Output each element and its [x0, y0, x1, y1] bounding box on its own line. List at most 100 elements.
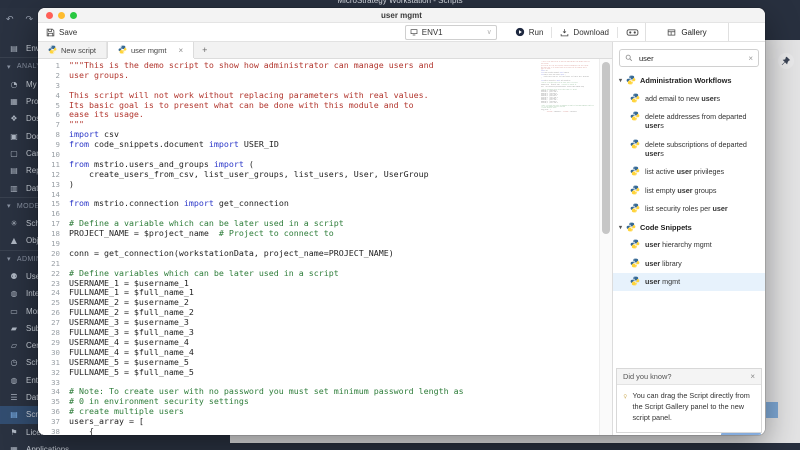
run-button[interactable]: Run — [515, 27, 543, 37]
gallery-search-input[interactable] — [637, 52, 745, 64]
editor-tab-user-mgmt[interactable]: user mgmt × — [107, 42, 195, 58]
chevron-down-icon: ▾ — [619, 78, 623, 84]
download-button[interactable]: Download — [560, 28, 609, 37]
environment-select[interactable]: ENV1 ∨ — [404, 24, 497, 40]
code-line: 37 users_array = [ — [51, 416, 144, 427]
gallery-item-list-active-user-privileges[interactable]: list active user privileges — [613, 163, 765, 181]
chevron-down-icon: ▾ — [7, 63, 11, 71]
toolbar: Save ENV1 ∨ Run Download Gallery — [38, 23, 765, 42]
reports-icon: ▤ — [10, 166, 18, 176]
variables-panel-button[interactable] — [626, 28, 639, 37]
gallery-tree: ▾ Administration Workflows add email to ne… — [613, 71, 765, 291]
did-you-know-text: You can drag the Script directly from th… — [632, 391, 750, 423]
close-icon[interactable]: × — [750, 372, 755, 381]
clear-search-icon[interactable]: × — [748, 54, 753, 63]
code-line: 38 { — [51, 425, 94, 435]
code-line: 18 PROJECT_NAME = $project_name # Project… — [51, 228, 334, 239]
python-icon — [48, 45, 57, 54]
run-icon — [515, 27, 524, 37]
documents-icon: ▣ — [10, 131, 18, 141]
redo-icon[interactable]: ↷ — [26, 14, 34, 32]
editor-tab-new-script[interactable]: New script — [38, 42, 108, 58]
code-line: 15 from mstrio.connection import get_conn… — [51, 198, 289, 209]
python-icon — [630, 276, 640, 286]
applications-icon: ▦ — [10, 444, 18, 450]
subscriptions-icon: ▰ — [10, 323, 18, 333]
close-tab-icon[interactable]: × — [178, 46, 183, 55]
my-library-icon: ◔ — [10, 79, 18, 89]
gallery-section-administration-workflows[interactable]: ▾ Administration Workflows — [613, 71, 765, 89]
gallery-item-add-email-to-new-users[interactable]: add email to new users — [613, 89, 765, 107]
python-icon — [630, 93, 640, 103]
background-partial-link — [721, 433, 761, 435]
python-icon — [630, 185, 640, 195]
tab-gallery[interactable]: Gallery — [645, 23, 729, 41]
gallery-icon — [668, 29, 676, 35]
code-line: 2 user groups. — [55, 69, 129, 80]
chevron-down-icon: ▾ — [7, 256, 11, 264]
schedules-icon: ◷ — [10, 358, 18, 368]
python-icon — [118, 45, 127, 54]
pin-icon — [781, 56, 791, 66]
gallery-item-user-hierarchy-mgmt[interactable]: user hierarchy mgmt — [613, 236, 765, 254]
python-icon — [630, 139, 640, 149]
code-line: 'username': USERNAME_1, 'fullName': FULL… — [546, 110, 577, 113]
script-editor-window: user mgmt Save ENV1 ∨ Run Download Galle… — [38, 8, 765, 435]
users-icon: ⚉ — [10, 272, 18, 281]
code-line: 20 conn = get_connection(workstationData,… — [51, 247, 394, 258]
save-icon — [46, 28, 55, 36]
background-app-title: MicroStrategy Workstation - Scripts — [337, 0, 463, 5]
dossiers-icon: ❖ — [10, 114, 18, 124]
editor-scrollbar-thumb[interactable] — [602, 62, 610, 234]
background-selected-tile — [766, 402, 778, 418]
schemas-icon: ✳ — [10, 219, 18, 229]
gallery-panel: × ▾Administration Workflowsadd email to … — [612, 42, 765, 435]
python-icon — [630, 203, 640, 213]
python-icon — [626, 222, 636, 232]
python-icon — [626, 75, 636, 85]
code-line: 7 """ — [55, 119, 84, 130]
gallery-item-user-mgmt[interactable]: user mgmt — [613, 272, 765, 291]
data-sources-icon: ☰ — [10, 393, 18, 403]
gallery-item-list-security-roles-per-user[interactable]: list security roles per user — [613, 200, 765, 218]
code-editor[interactable]: 1 """This is the demo script to show how … — [38, 59, 612, 435]
sidebar-item-applications[interactable]: ▦ Applications — [0, 441, 230, 450]
new-tab-button[interactable]: + — [194, 42, 215, 58]
goggles-icon — [626, 28, 639, 36]
code-line: 32 FULLNAME_5 = $full_name_5 — [51, 366, 194, 377]
gallery-item-list-empty-user-groups[interactable]: list empty user groups — [613, 181, 765, 199]
did-you-know-title: Did you know? — [623, 372, 672, 382]
undo-icon[interactable]: ↶ — [6, 14, 14, 32]
chevron-down-icon: ∨ — [486, 29, 492, 36]
python-icon — [630, 239, 640, 249]
did-you-know-card: Did you know? × You can drag the Script … — [616, 368, 762, 433]
code-line: 6 ease its usage. — [55, 109, 144, 120]
editor-tabbar: New script user mgmt × + — [38, 42, 612, 59]
environment-icon — [410, 29, 418, 36]
code-line: 9 from code_snippets.document import USER… — [55, 139, 279, 150]
minimap[interactable]: """This is the demo script to show how a… — [541, 61, 599, 291]
cards-icon: ▢ — [10, 148, 18, 158]
monitoring-icon: ▭ — [10, 306, 18, 316]
editor-scrollbar[interactable] — [599, 59, 612, 435]
gallery-section-code-snippets[interactable]: ▾ Code Snippets — [613, 218, 765, 236]
lightbulb-icon — [623, 394, 627, 399]
gallery-item-delete-addresses-from-departed-users[interactable]: delete addresses from departed users — [613, 107, 765, 135]
python-icon — [630, 258, 640, 268]
certifications-icon: ▱ — [10, 341, 18, 351]
code-line: 12 create_users_from_csv, list_user_grou… — [51, 168, 429, 179]
interfaces-icon: ◍ — [10, 289, 18, 299]
chevron-down-icon: ▾ — [619, 224, 623, 231]
objects-icon: ▲ — [10, 236, 18, 246]
chevron-down-icon: ▾ — [7, 203, 11, 211]
gallery-item-user-library[interactable]: user library — [613, 254, 765, 272]
window-titlebar: user mgmt — [38, 8, 765, 23]
screen: MicroStrategy Workstation - Scripts ↶ ↷ … — [0, 0, 800, 450]
code-area: 1 """This is the demo script to show how … — [38, 60, 600, 435]
datasets-icon: ▥ — [10, 183, 18, 193]
pin-button[interactable] — [778, 53, 794, 69]
licenses-icon: ⚑ — [10, 427, 18, 437]
gallery-item-delete-subscriptions-of-departed-users[interactable]: delete subscriptions of departed users — [613, 135, 765, 163]
search-icon — [625, 54, 633, 62]
save-button[interactable]: Save — [46, 28, 77, 37]
